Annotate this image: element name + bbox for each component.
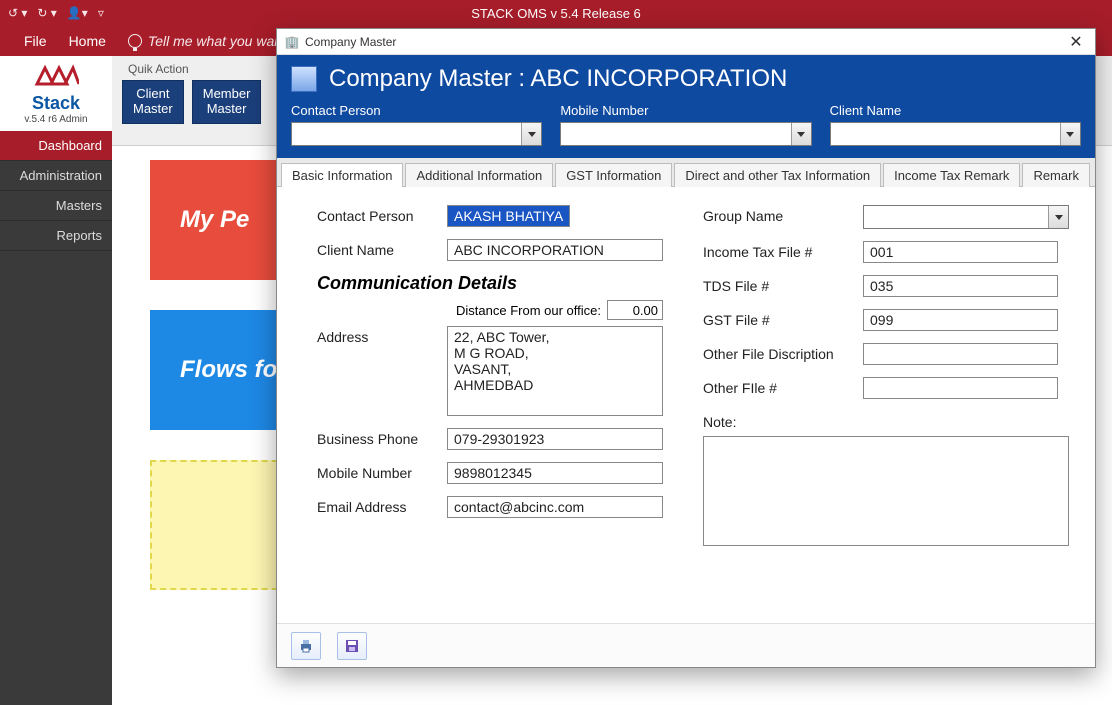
gst-file-label: GST File # — [703, 309, 853, 328]
nav-dashboard[interactable]: Dashboard — [0, 131, 112, 161]
dialog-titlebar: 🏢 Company Master ✕ — [277, 29, 1095, 55]
tab-strip: Basic Information Additional Information… — [277, 158, 1095, 187]
form-left-column: Contact Person AKASH BHATIYA Client Name… — [317, 205, 663, 558]
company-master-dialog: 🏢 Company Master ✕ Company Master : ABC … — [276, 28, 1096, 668]
client-master-l1: Client — [133, 87, 173, 102]
email-address-field[interactable] — [447, 496, 663, 518]
gst-file-field[interactable] — [863, 309, 1058, 331]
contact-person-field[interactable]: AKASH BHATIYA — [447, 205, 570, 227]
contact-person-label: Contact Person — [317, 205, 437, 224]
filter-contact-input[interactable] — [292, 123, 521, 145]
ribbon-home[interactable]: Home — [69, 33, 106, 49]
filter-mobile-input[interactable] — [561, 123, 790, 145]
nav-masters[interactable]: Masters — [0, 191, 112, 221]
card-red-text: My Pe — [180, 206, 249, 234]
side-nav: Dashboard Administration Masters Reports — [0, 131, 112, 251]
save-button[interactable] — [337, 632, 367, 660]
address-field[interactable] — [447, 326, 663, 416]
tellme-label: Tell me what you wan — [148, 33, 282, 49]
nav-fill — [0, 251, 112, 705]
distance-label: Distance From our office: — [456, 303, 601, 318]
tab-direct-tax-information[interactable]: Direct and other Tax Information — [674, 163, 881, 187]
tds-file-field[interactable] — [863, 275, 1058, 297]
tds-file-label: TDS File # — [703, 275, 853, 294]
tab-additional-information[interactable]: Additional Information — [405, 163, 553, 187]
client-name-label: Client Name — [317, 239, 437, 258]
filter-contact-label: Contact Person — [291, 103, 542, 118]
mobile-number-field[interactable] — [447, 462, 663, 484]
member-master-l2: Master — [203, 102, 251, 117]
dialog-close-button[interactable]: ✕ — [1065, 31, 1087, 53]
business-phone-field[interactable] — [447, 428, 663, 450]
note-label: Note: — [703, 411, 1069, 430]
note-field[interactable] — [703, 436, 1069, 546]
address-label: Address — [317, 326, 437, 345]
user-icon[interactable]: 👤▾ — [67, 6, 88, 20]
member-master-button[interactable]: Member Master — [192, 80, 262, 124]
group-name-input[interactable] — [864, 206, 1048, 228]
building-icon — [291, 66, 317, 92]
nav-reports[interactable]: Reports — [0, 221, 112, 251]
chevron-down-icon[interactable] — [1060, 123, 1080, 145]
tab-remark[interactable]: Remark — [1022, 163, 1090, 187]
print-button[interactable] — [291, 632, 321, 660]
group-name-combo[interactable] — [863, 205, 1069, 229]
filter-client-combo[interactable] — [830, 122, 1081, 146]
other-file-desc-label: Other File Discription — [703, 343, 853, 362]
dialog-header: Company Master : ABC INCORPORATION Conta… — [277, 55, 1095, 158]
client-master-button[interactable]: Client Master — [122, 80, 184, 124]
dialog-heading-row: Company Master : ABC INCORPORATION — [291, 65, 1081, 93]
chevron-down-icon[interactable] — [521, 123, 541, 145]
filter-mobile-label: Mobile Number — [560, 103, 811, 118]
income-tax-file-label: Income Tax File # — [703, 241, 853, 260]
tab-gst-information[interactable]: GST Information — [555, 163, 672, 187]
stack-logo-icon — [33, 64, 79, 93]
brand-block: Stack v.5.4 r6 Admin — [0, 56, 112, 131]
other-file-field[interactable] — [863, 377, 1058, 399]
tab-income-tax-remark[interactable]: Income Tax Remark — [883, 163, 1020, 187]
card-blue-text: Flows for — [180, 356, 287, 384]
brand-name: Stack — [0, 93, 112, 114]
filter-row: Contact Person Mobile Number Client Name — [291, 103, 1081, 146]
group-name-label: Group Name — [703, 205, 853, 224]
app-title: STACK OMS v 5.4 Release 6 — [471, 6, 641, 21]
ribbon-file[interactable]: File — [24, 33, 47, 49]
ribbon-tellme[interactable]: Tell me what you wan — [128, 33, 282, 49]
filter-client-input[interactable] — [831, 123, 1060, 145]
filter-client-label: Client Name — [830, 103, 1081, 118]
tab-body: Contact Person AKASH BHATIYA Client Name… — [277, 187, 1095, 623]
dialog-heading: Company Master : ABC INCORPORATION — [329, 65, 787, 93]
tab-basic-information[interactable]: Basic Information — [281, 163, 403, 187]
distance-field[interactable] — [607, 300, 663, 320]
qat-overflow-icon[interactable]: ▿ — [98, 6, 104, 20]
client-name-field[interactable] — [447, 239, 663, 261]
dialog-window-title: Company Master — [305, 35, 396, 49]
form-right-column: Group Name Income Tax File # TDS File # … — [703, 205, 1069, 558]
app-titlebar: ↺ ▾ ↻ ▾ 👤▾ ▿ STACK OMS v 5.4 Release 6 — [0, 0, 1112, 26]
client-master-l2: Master — [133, 102, 173, 117]
dialog-app-icon: 🏢 — [285, 35, 299, 49]
filter-mobile-combo[interactable] — [560, 122, 811, 146]
dialog-footer — [277, 623, 1095, 667]
undo-icon[interactable]: ↺ ▾ — [8, 6, 27, 20]
mobile-number-label: Mobile Number — [317, 462, 437, 481]
nav-administration[interactable]: Administration — [0, 161, 112, 191]
brand-version: v.5.4 r6 Admin — [0, 114, 112, 125]
redo-icon[interactable]: ↻ ▾ — [37, 6, 56, 20]
other-file-label: Other FIle # — [703, 377, 853, 396]
member-master-l1: Member — [203, 87, 251, 102]
email-address-label: Email Address — [317, 496, 437, 515]
lightbulb-icon — [128, 34, 142, 48]
chevron-down-icon[interactable] — [791, 123, 811, 145]
filter-contact-combo[interactable] — [291, 122, 542, 146]
communication-section-heading: Communication Details — [317, 273, 663, 294]
business-phone-label: Business Phone — [317, 428, 437, 447]
other-file-desc-field[interactable] — [863, 343, 1058, 365]
chevron-down-icon[interactable] — [1048, 206, 1068, 228]
quick-access-toolbar: ↺ ▾ ↻ ▾ 👤▾ ▿ — [0, 6, 104, 20]
income-tax-file-field[interactable] — [863, 241, 1058, 263]
left-column: Stack v.5.4 r6 Admin Dashboard Administr… — [0, 56, 112, 704]
